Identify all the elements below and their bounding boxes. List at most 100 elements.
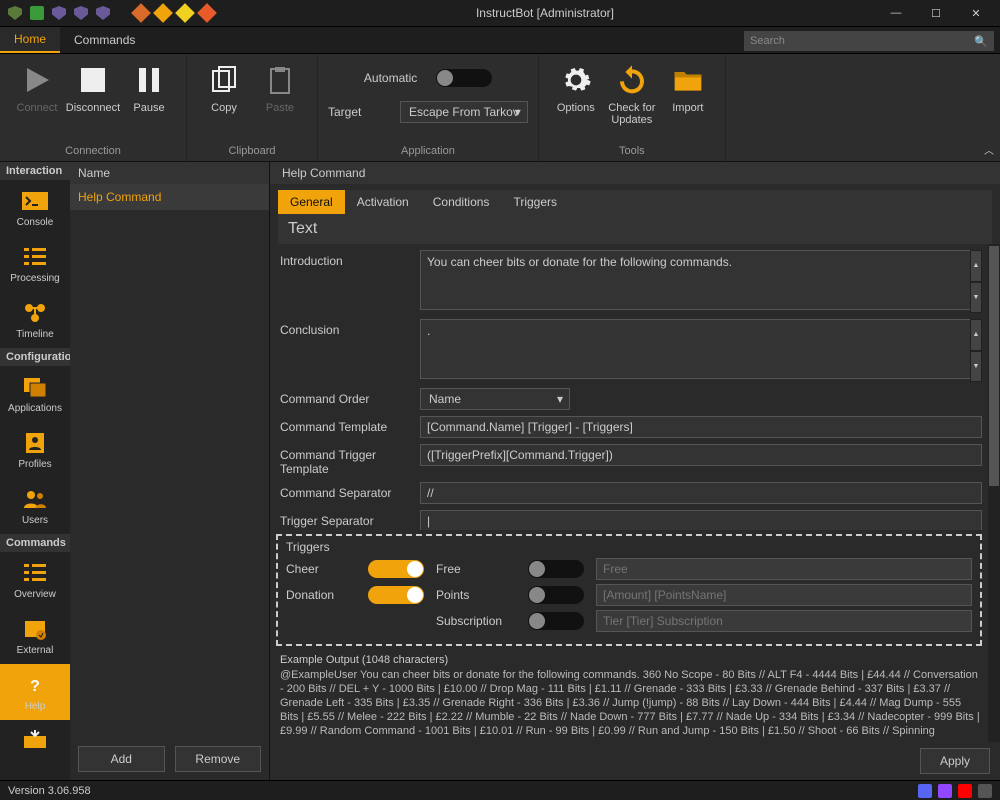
subtab-activation[interactable]: Activation: [345, 190, 421, 214]
remove-button[interactable]: Remove: [175, 746, 262, 772]
close-button[interactable]: ✕: [956, 0, 996, 26]
ribbon-group-application: Automatic Target Escape From Tarkov Appl…: [318, 54, 539, 161]
plug-icon: [30, 6, 44, 20]
twitch-icon[interactable]: [938, 784, 952, 798]
spinner[interactable]: ▲▼: [970, 319, 982, 382]
main: Interaction Console Processing Timeline …: [0, 162, 1000, 780]
check-updates-button[interactable]: Check for Updates: [605, 58, 659, 126]
pause-button[interactable]: Pause: [122, 58, 176, 114]
timeline-icon: [22, 300, 48, 326]
free-toggle[interactable]: [528, 560, 584, 578]
listpane-header: Name: [70, 162, 269, 184]
command-template-label: Command Template: [280, 416, 420, 434]
sidebar-section-commands: Commands: [0, 534, 70, 552]
free-input[interactable]: [596, 558, 972, 580]
spinner[interactable]: ▲▼: [970, 250, 982, 313]
command-template-input[interactable]: [420, 416, 982, 438]
command-order-dropdown[interactable]: Name: [420, 388, 570, 410]
list-icon: [22, 560, 48, 586]
sidebar-section-interaction: Interaction: [0, 162, 70, 180]
sidebar-item-console[interactable]: Console: [0, 180, 70, 236]
discord-icon[interactable]: [918, 784, 932, 798]
subtab-general[interactable]: General: [278, 190, 345, 214]
paste-icon: [262, 62, 298, 98]
console-icon: [22, 188, 48, 214]
subscription-toggle[interactable]: [528, 612, 584, 630]
windows-icon: [22, 374, 48, 400]
search-placeholder: Search: [750, 35, 785, 47]
points-toggle[interactable]: [528, 586, 584, 604]
target-dropdown[interactable]: Escape From Tarkov: [400, 101, 528, 123]
sidebar-item-profiles[interactable]: Profiles: [0, 422, 70, 478]
tab-commands[interactable]: Commands: [60, 27, 149, 53]
profile-icon: [22, 430, 48, 456]
command-separator-label: Command Separator: [280, 482, 420, 500]
window-title: InstructBot [Administrator]: [214, 6, 876, 20]
sidebar-item-external[interactable]: External: [0, 608, 70, 664]
paste-button[interactable]: Paste: [253, 58, 307, 114]
sidebar-item-timeline[interactable]: Timeline: [0, 292, 70, 348]
example-output: Example Output (1048 characters) @Exampl…: [270, 650, 1000, 742]
import-button[interactable]: Import: [661, 58, 715, 114]
list-item[interactable]: Help Command: [70, 184, 269, 210]
command-trigger-template-input[interactable]: [420, 444, 982, 466]
shield4-icon: [96, 6, 110, 20]
svg-text:?: ?: [30, 678, 40, 695]
listpane: Name Help Command Add Remove: [70, 162, 270, 780]
ribbon-group-clipboard: Copy Paste Clipboard: [187, 54, 318, 161]
folder-icon: [670, 62, 706, 98]
tag2-icon: [153, 3, 173, 23]
ribbon: Connect Disconnect Pause Connection Copy…: [0, 54, 1000, 162]
donation-label: Donation: [286, 588, 356, 602]
apply-button[interactable]: Apply: [920, 748, 990, 774]
sidebar-section-configuration: Configuration: [0, 348, 70, 366]
sidebar-item-help[interactable]: ? Help: [0, 664, 70, 720]
pause-icon: [131, 62, 167, 98]
sidebar: Interaction Console Processing Timeline …: [0, 162, 70, 780]
tabbar: Home Commands Search 🔍: [0, 26, 1000, 54]
subtab-triggers[interactable]: Triggers: [501, 190, 569, 214]
statusbar-icons: [918, 784, 992, 798]
introduction-input[interactable]: [420, 250, 982, 310]
options-button[interactable]: Options: [549, 58, 603, 114]
example-output-header: Example Output (1048 characters): [280, 654, 982, 666]
command-separator-input[interactable]: [420, 482, 982, 504]
trigger-separator-input[interactable]: [420, 510, 982, 530]
copy-button[interactable]: Copy: [197, 58, 251, 114]
add-button[interactable]: Add: [78, 746, 165, 772]
refresh-icon: [614, 62, 650, 98]
points-input[interactable]: [596, 584, 972, 606]
triggers-section: Triggers Cheer Free Donation Points: [276, 534, 982, 646]
cheer-toggle[interactable]: [368, 560, 424, 578]
section-text-header: Text: [278, 214, 992, 244]
disconnect-button[interactable]: Disconnect: [66, 58, 120, 114]
ribbon-group-label: Connection: [65, 145, 121, 159]
sidebar-item-processing[interactable]: Processing: [0, 236, 70, 292]
sidebar-item-users[interactable]: Users: [0, 478, 70, 534]
minimize-button[interactable]: —: [876, 0, 916, 26]
tag3-icon: [175, 3, 195, 23]
conclusion-input[interactable]: [420, 319, 982, 379]
sidebar-item-applications[interactable]: Applications: [0, 366, 70, 422]
youtube-icon[interactable]: [958, 784, 972, 798]
tab-home[interactable]: Home: [0, 27, 60, 53]
automatic-toggle[interactable]: [436, 69, 492, 87]
copy-icon: [206, 62, 242, 98]
sidebar-item-more[interactable]: [0, 720, 70, 754]
tag1-icon: [131, 3, 151, 23]
subtab-conditions[interactable]: Conditions: [421, 190, 502, 214]
misc-icon[interactable]: [978, 784, 992, 798]
shield3-icon: [74, 6, 88, 20]
search-input[interactable]: Search 🔍: [744, 31, 994, 51]
connect-button[interactable]: Connect: [10, 58, 64, 114]
subscription-input[interactable]: [596, 610, 972, 632]
donation-toggle[interactable]: [368, 586, 424, 604]
collapse-ribbon-button[interactable]: ︿: [984, 142, 994, 157]
sidebar-item-overview[interactable]: Overview: [0, 552, 70, 608]
subscription-label: Subscription: [436, 614, 516, 628]
shield-icon: [8, 6, 22, 20]
maximize-button[interactable]: ☐: [916, 0, 956, 26]
keyboard-icon: [22, 728, 48, 754]
version-text: Version 3.06.958: [8, 785, 91, 797]
help-icon: ?: [22, 672, 48, 698]
